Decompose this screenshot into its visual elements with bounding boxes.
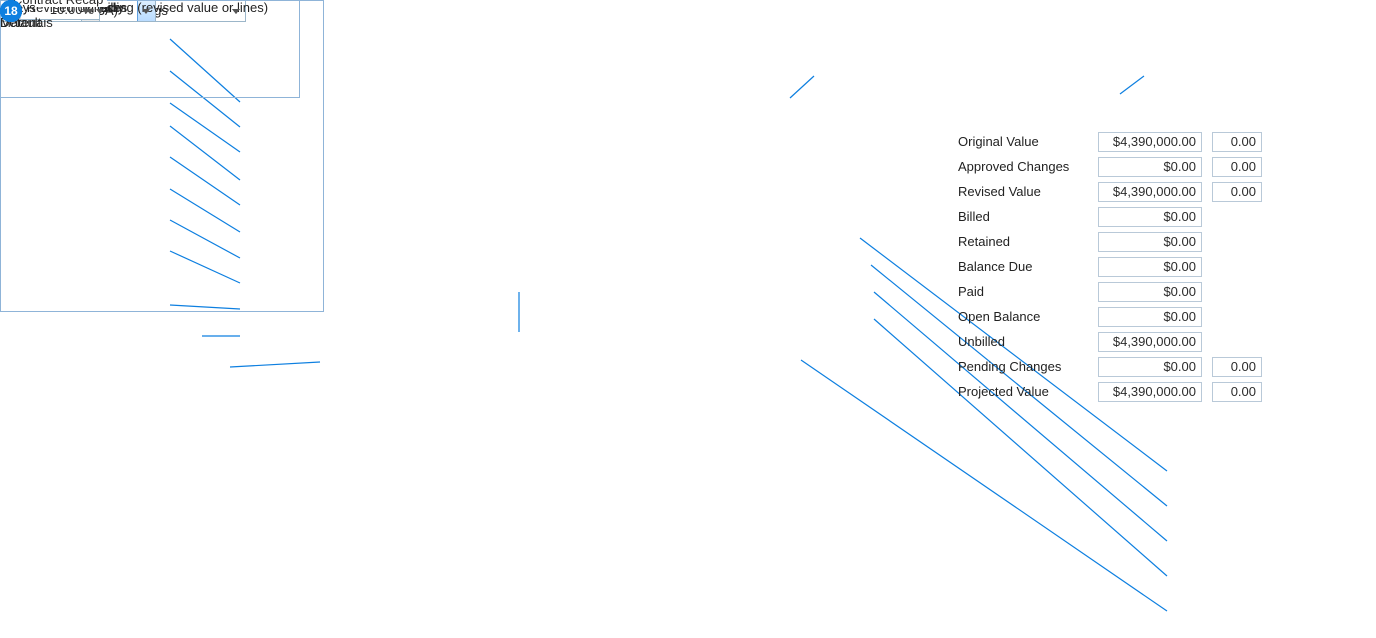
recap-row-value: $4,390,000.00 — [1098, 132, 1202, 152]
recap-row-label: Projected Value — [958, 384, 1049, 399]
recap-row-value: $4,390,000.00 — [1098, 182, 1202, 202]
recap-row-label: Open Balance — [958, 309, 1040, 324]
chevron-down-icon — [142, 9, 150, 14]
recap-row-days: 0.00 — [1212, 382, 1262, 402]
recap-row-label: Paid — [958, 284, 984, 299]
badge-18: 18 — [0, 0, 22, 22]
recap-row-value: $0.00 — [1098, 307, 1202, 327]
recap-row-value: $0.00 — [1098, 257, 1202, 277]
recap-row-label: Balance Due — [958, 259, 1032, 274]
recap-row-label: Retained — [958, 234, 1010, 249]
recap-row-days: 0.00 — [1212, 132, 1262, 152]
chevron-down-icon — [96, 9, 104, 14]
recap-row-days: 0.00 — [1212, 182, 1262, 202]
recap-row-label: Revised Value — [958, 184, 1041, 199]
recap-row-value: $0.00 — [1098, 207, 1202, 227]
recap-row-days: 0.00 — [1212, 157, 1262, 177]
recap-row-value: $0.00 — [1098, 282, 1202, 302]
recap-row-value: $0.00 — [1098, 232, 1202, 252]
recap-row-value: $0.00 — [1098, 157, 1202, 177]
recap-row-label: Pending Changes — [958, 359, 1061, 374]
chevron-down-icon — [232, 9, 240, 14]
recap-row-label: Unbilled — [958, 334, 1005, 349]
recap-row-label: Billed — [958, 209, 990, 224]
contract-recap-group: Contract Recap — [0, 0, 324, 312]
recap-row-value: $0.00 — [1098, 357, 1202, 377]
recap-row-value: $4,390,000.00 — [1098, 382, 1202, 402]
chevron-down-icon — [86, 9, 94, 14]
recap-row-value: $4,390,000.00 — [1098, 332, 1202, 352]
recap-row-label: Approved Changes — [958, 159, 1069, 174]
recap-row-days: 0.00 — [1212, 357, 1262, 377]
recap-row-label: Original Value — [958, 134, 1039, 149]
